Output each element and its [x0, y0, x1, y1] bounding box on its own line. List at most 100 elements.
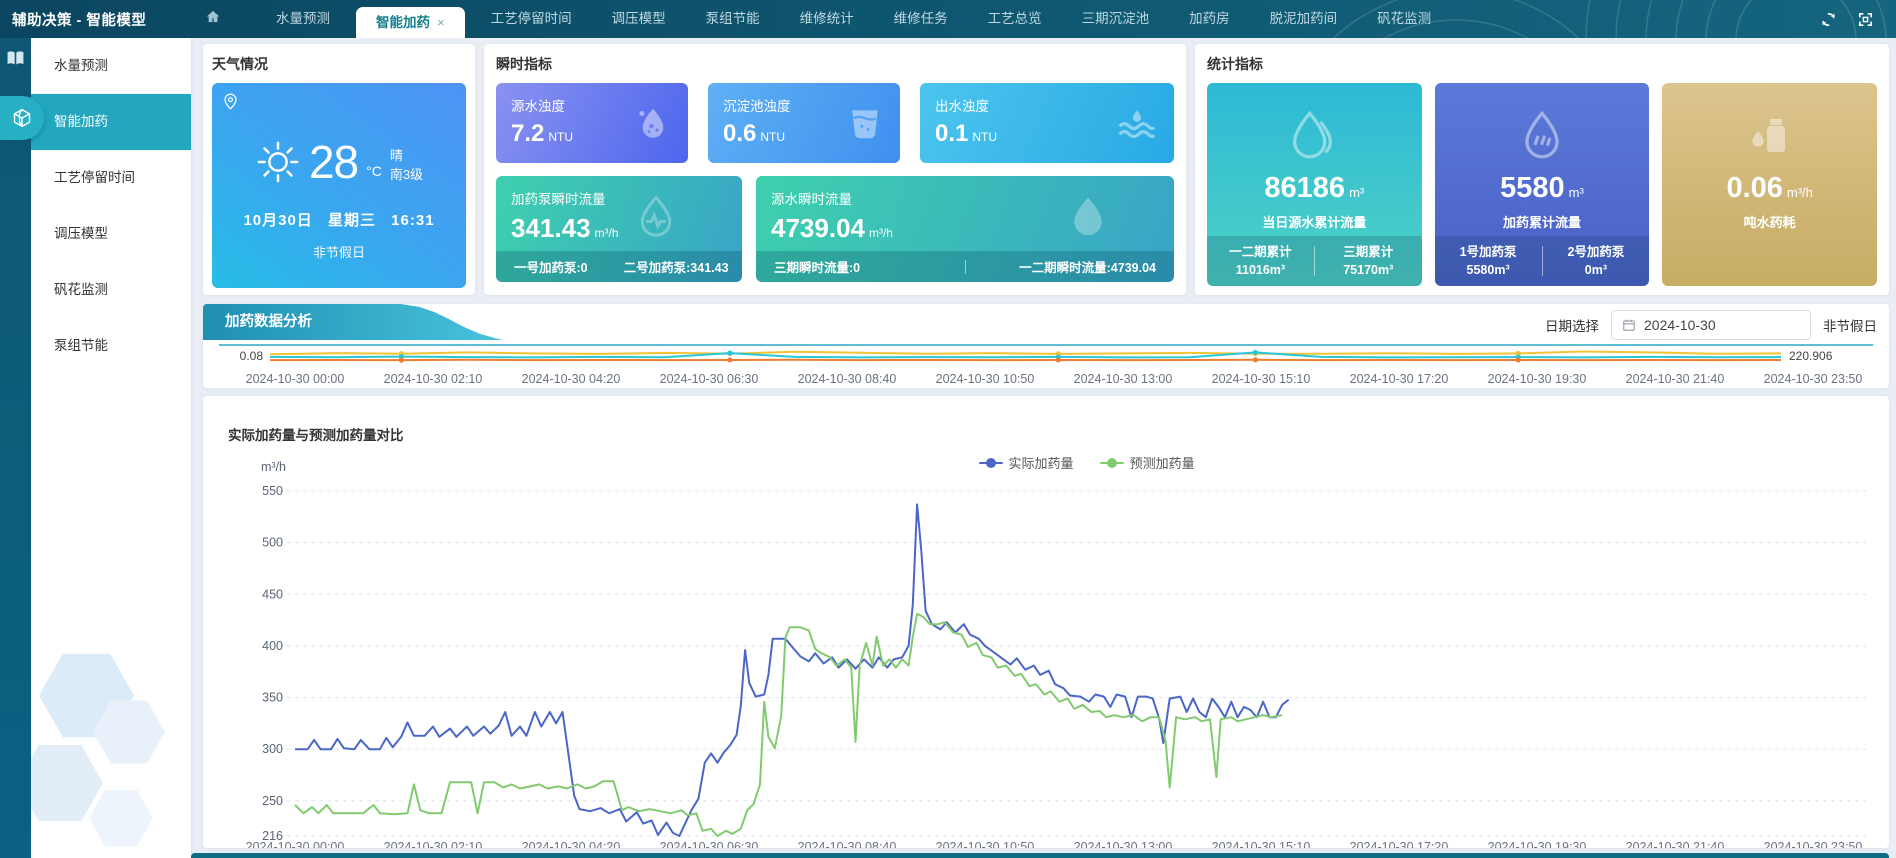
weather-panel-title: 天气情况 — [212, 54, 466, 74]
model-module-pill[interactable] — [0, 96, 44, 140]
tab-维修统计[interactable]: 维修统计 — [780, 0, 874, 38]
temperature-value: 28 — [309, 135, 358, 189]
metric-label: 源水浊度 — [496, 83, 688, 115]
x-tick-label: 2024-10-30 08:40 — [798, 840, 897, 848]
tab-label: 工艺总览 — [988, 0, 1042, 38]
sidebar-item-泵组节能[interactable]: 泵组节能 — [31, 318, 191, 374]
x-tick-label: 2024-10-30 00:00 — [246, 840, 345, 848]
spark-xtick: 2024-10-30 04:20 — [522, 372, 621, 386]
y-tick-label: 350 — [262, 691, 283, 705]
x-tick-label: 2024-10-30 13:00 — [1074, 840, 1173, 848]
sidebar-item-工艺停留时间[interactable]: 工艺停留时间 — [31, 150, 191, 206]
tab-泵组节能[interactable]: 泵组节能 — [686, 0, 780, 38]
tab-加药房[interactable]: 加药房 — [1169, 0, 1250, 38]
tab-脱泥加药间[interactable]: 脱泥加药间 — [1250, 0, 1358, 38]
metric-card-source-water-flow: 源水瞬时流量 4739.04m³/h 三期瞬时流量:0 一二期瞬时流量:4739… — [756, 176, 1174, 282]
flow-sub-row: 一号加药泵:0 二号加药泵:341.43 — [496, 251, 742, 282]
weather-date-row: 10月30日 星期三 16:31 — [212, 209, 466, 230]
metric-unit: m³/h — [869, 226, 893, 240]
topbar: 辅助决策 - 智能模型 水量预测智能加药×工艺停留时间调压模型泵组节能维修统计维… — [0, 0, 1896, 38]
spark-xtick: 2024-10-30 23:50 — [1764, 372, 1863, 386]
x-tick-label: 2024-10-30 17:20 — [1350, 840, 1449, 848]
tab-label: 脱泥加药间 — [1270, 0, 1338, 38]
x-tick-label: 2024-10-30 10:50 — [936, 840, 1035, 848]
drop-circle-icon — [1516, 109, 1568, 165]
pump1-flow: 一号加药泵:0 — [496, 257, 606, 276]
y-tick-label: 300 — [262, 742, 283, 756]
time-text: 16:31 — [391, 212, 434, 229]
spark-xtick: 2024-10-30 17:20 — [1350, 372, 1449, 386]
tab-三期沉淀池[interactable]: 三期沉淀池 — [1062, 0, 1170, 38]
sun-icon — [255, 139, 301, 185]
x-tick-label: 2024-10-30 19:30 — [1488, 840, 1587, 848]
refresh-icon[interactable] — [1820, 11, 1837, 28]
home-icon — [205, 9, 221, 24]
spark-xtick: 2024-10-30 00:00 — [246, 372, 345, 386]
metric-value: 7.2 — [511, 120, 544, 147]
tab-水量预测[interactable]: 水量预测 — [256, 0, 350, 38]
metric-label: 源水瞬时流量 — [756, 176, 1174, 208]
sidebar-item-水量预测[interactable]: 水量预测 — [31, 38, 191, 94]
sidebar-item-矾花监测[interactable]: 矾花监测 — [31, 262, 191, 318]
sub-value: 75170m³ — [1315, 261, 1422, 279]
tab-label: 三期沉淀池 — [1082, 0, 1150, 38]
home-button[interactable] — [196, 9, 230, 29]
fullscreen-icon[interactable] — [1857, 11, 1874, 28]
tab-label: 工艺停留时间 — [491, 0, 572, 38]
metric-label: 加药泵瞬时流量 — [496, 176, 742, 208]
statistics-panel: 统计指标 86186m³ 当日源水累计流量 一二期累计11016m³ 三期累计7… — [1195, 44, 1889, 295]
tab-矾花监测[interactable]: 矾花监测 — [1357, 0, 1451, 38]
weekday-text: 星期三 — [328, 212, 376, 229]
metric-value: 0.6 — [723, 120, 756, 147]
tab-智能加药[interactable]: 智能加药× — [356, 7, 465, 38]
comparison-chart[interactable]: m³/h2162503003504004505005502024-10-30 0… — [211, 451, 1889, 848]
main-content: 天气情况 28 — [191, 38, 1896, 858]
sub-name: 一二期累计 — [1207, 243, 1314, 261]
tab-label: 调压模型 — [612, 0, 666, 38]
date-picker[interactable]: 2024-10-30 — [1611, 310, 1811, 340]
instant-panel-title: 瞬时指标 — [496, 54, 1174, 74]
metric-label: 出水浊度 — [920, 83, 1174, 115]
spark-chart-area: 0.08220.9062024-10-30 00:002024-10-30 02… — [211, 344, 1881, 386]
metric-unit: m³/h — [595, 226, 619, 240]
stat-sub-row: 1号加药泵5580m³ 2号加药泵0m³ — [1435, 236, 1650, 286]
metric-unit: NTU — [548, 130, 573, 144]
weather-card: 28 °C 晴 南3级 10月30日 星期三 16:31 非节假日 — [212, 83, 466, 288]
cube-icon — [12, 108, 32, 128]
metric-card-dosing-pump-flow: 加药泵瞬时流量 341.43m³/h 一号加药泵:0 二号加药泵:341.43 — [496, 176, 742, 282]
band-controls: 日期选择 2024-10-30 非节假日 — [1545, 310, 1877, 340]
sidebar: 水量预测智能加药工艺停留时间调压模型矾花监测泵组节能 — [31, 38, 191, 858]
metric-label: 沉淀池浊度 — [708, 83, 900, 115]
stat-value: 0.06 — [1726, 172, 1782, 204]
stats-panel-title: 统计指标 — [1207, 54, 1877, 74]
stat-unit: m³ — [1569, 185, 1584, 200]
spark-chart[interactable]: 0.08220.9062024-10-30 00:002024-10-30 02… — [211, 344, 1881, 386]
tab-工艺停留时间[interactable]: 工艺停留时间 — [471, 0, 592, 38]
sidebar-item-智能加药[interactable]: 智能加药 — [31, 94, 191, 150]
stat-unit: m³/h — [1787, 185, 1813, 200]
ribbon-title: 加药数据分析 — [203, 304, 503, 340]
book-icon[interactable] — [6, 50, 25, 67]
spark-xtick: 2024-10-30 21:40 — [1626, 372, 1725, 386]
date-value: 2024-10-30 — [1644, 317, 1716, 333]
stat-sub-row: 一二期累计11016m³ 三期累计75170m³ — [1207, 236, 1422, 286]
comparison-chart-title: 实际加药量与预测加药量对比 — [228, 424, 404, 444]
phase3-flow: 三期瞬时流量:0 — [756, 257, 965, 276]
sidebar-item-调压模型[interactable]: 调压模型 — [31, 206, 191, 262]
x-tick-label: 2024-10-30 21:40 — [1626, 840, 1725, 848]
date-text: 10月30日 — [243, 212, 312, 229]
sub-name: 2号加药泵 — [1543, 243, 1650, 261]
x-tick-label: 2024-10-30 06:30 — [660, 840, 759, 848]
temperature-unit: °C — [366, 163, 382, 179]
sub-name: 1号加药泵 — [1435, 243, 1542, 261]
y-tick-label: 550 — [262, 484, 283, 498]
y-tick-label: 250 — [262, 794, 283, 808]
date-select-label: 日期选择 — [1545, 315, 1599, 335]
stat-card-dosing-total-flow: 5580m³ 加药累计流量 1号加药泵5580m³ 2号加药泵0m³ — [1435, 83, 1650, 286]
tab-工艺总览[interactable]: 工艺总览 — [968, 0, 1062, 38]
dosing-analysis-band: 加药数据分析 日期选择 2024-10-30 非节假日 0.08220.9062… — [203, 304, 1889, 388]
band-holiday-status: 非节假日 — [1823, 315, 1877, 335]
tab-close-icon[interactable]: × — [437, 7, 445, 38]
tab-维修任务[interactable]: 维修任务 — [874, 0, 968, 38]
tab-调压模型[interactable]: 调压模型 — [592, 0, 686, 38]
